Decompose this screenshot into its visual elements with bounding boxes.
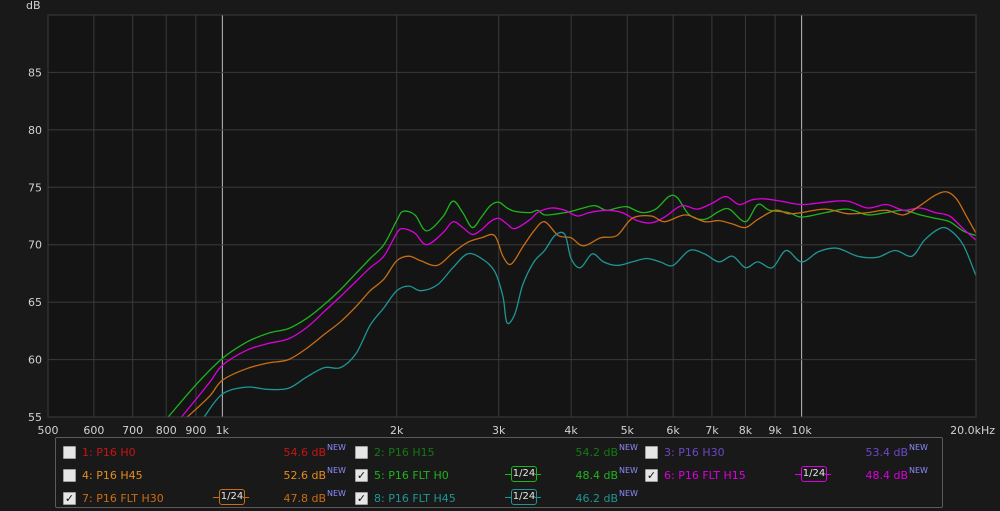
smoothing-badge[interactable]: 1/24 xyxy=(505,466,541,482)
legend-checkbox[interactable]: ✓ xyxy=(645,469,658,482)
legend-checkbox[interactable] xyxy=(63,469,76,482)
legend-entry: 3: P16 H30 53.4 dB NEW xyxy=(645,443,930,463)
legend-label: 8: P16 FLT H45 xyxy=(374,492,456,505)
legend-label: 4: P16 H45 xyxy=(82,469,143,482)
legend-label: 6: P16 FLT H15 xyxy=(664,469,746,482)
smoothing-line xyxy=(535,497,541,498)
x-tick-label: 10k xyxy=(791,424,812,437)
smoothing-line xyxy=(243,497,249,498)
new-badge: NEW xyxy=(327,466,346,475)
new-badge: NEW xyxy=(327,443,346,452)
plot-area xyxy=(48,15,976,417)
smoothing-badge[interactable]: 1/24 xyxy=(505,489,541,505)
legend-label: 5: P16 FLT H0 xyxy=(374,469,449,482)
x-tick-label: 7k xyxy=(705,424,719,437)
x-tick-label: 2k xyxy=(390,424,404,437)
x-tick-label: 5k xyxy=(621,424,635,437)
legend-checkbox[interactable]: ✓ xyxy=(355,469,368,482)
legend-label: 2: P16 H15 xyxy=(374,446,435,459)
new-badge: NEW xyxy=(619,443,638,452)
legend-level: 54.6 dB xyxy=(283,446,326,459)
x-tick-label: 6k xyxy=(666,424,680,437)
x-tick-labels: 500 600 700 800 900 1k 2k 3k 4k 5k 6k 7k 8k 9k 10k 20.0… xyxy=(38,424,996,437)
smoothing-label: 1/24 xyxy=(801,466,827,482)
x-tick-label: 500 xyxy=(38,424,59,437)
legend-entry: 4: P16 H45 52.6 dB NEW xyxy=(63,466,348,486)
legend-entry: 2: P16 H15 54.2 dB NEW xyxy=(355,443,640,463)
legend-level: 54.2 dB xyxy=(575,446,618,459)
smoothing-label: 1/24 xyxy=(219,489,245,505)
y-tick-label: 65 xyxy=(28,296,42,309)
y-tick-label: 60 xyxy=(28,354,42,367)
legend-checkbox[interactable] xyxy=(63,446,76,459)
legend-entry: ✓ 6: P16 FLT H15 1/24 48.4 dB NEW xyxy=(645,466,930,486)
legend-panel: 1: P16 H0 54.6 dB NEW 2: P16 H15 54.2 dB NEW 3… xyxy=(55,437,943,508)
legend-checkbox[interactable] xyxy=(355,446,368,459)
x-tick-label: 8k xyxy=(739,424,753,437)
legend-label: 1: P16 H0 xyxy=(82,446,136,459)
legend-level: 52.6 dB xyxy=(283,469,326,482)
y-tick-label: 80 xyxy=(28,124,42,137)
legend-entry: ✓ 7: P16 FLT H30 1/24 47.8 dB NEW xyxy=(63,489,348,509)
legend-checkbox[interactable]: ✓ xyxy=(63,492,76,505)
legend-checkbox[interactable]: ✓ xyxy=(355,492,368,505)
y-tick-label: 85 xyxy=(28,66,42,79)
x-tick-label: 900 xyxy=(185,424,206,437)
new-badge: NEW xyxy=(327,489,346,498)
new-badge: NEW xyxy=(909,443,928,452)
x-tick-label: 600 xyxy=(83,424,104,437)
legend-level: 48.4 dB xyxy=(575,469,618,482)
x-tick-label: 3k xyxy=(492,424,506,437)
smoothing-line xyxy=(825,474,831,475)
legend-level: 53.4 dB xyxy=(865,446,908,459)
x-tick-label: 1k xyxy=(216,424,230,437)
legend-entry: ✓ 8: P16 FLT H45 1/24 46.2 dB NEW xyxy=(355,489,640,509)
frequency-response-chart: dB 500 600 700 800 900 1k 2k 3k 4k 5k 6k 7k 8k 9k 10k 2… xyxy=(26,0,996,437)
x-tick-label: 800 xyxy=(156,424,177,437)
legend-entry: 1: P16 H0 54.6 dB NEW xyxy=(63,443,348,463)
smoothing-label: 1/24 xyxy=(511,466,537,482)
y-tick-label: 55 xyxy=(28,411,42,424)
x-tick-label: 9k xyxy=(768,424,782,437)
x-tick-label: 20.0kHz xyxy=(950,424,995,437)
legend-level: 47.8 dB xyxy=(283,492,326,505)
x-tick-label: 700 xyxy=(122,424,143,437)
y-tick-labels: 55 60 65 70 75 80 85 xyxy=(28,66,42,424)
new-badge: NEW xyxy=(909,466,928,475)
smoothing-label: 1/24 xyxy=(511,489,537,505)
y-axis-label: dB xyxy=(26,0,41,12)
x-tick-label: 4k xyxy=(564,424,578,437)
legend-label: 3: P16 H30 xyxy=(664,446,725,459)
new-badge: NEW xyxy=(619,466,638,475)
legend-entry: ✓ 5: P16 FLT H0 1/24 48.4 dB NEW xyxy=(355,466,640,486)
legend-checkbox[interactable] xyxy=(645,446,658,459)
legend-level: 48.4 dB xyxy=(865,469,908,482)
smoothing-line xyxy=(535,474,541,475)
legend-label: 7: P16 FLT H30 xyxy=(82,492,164,505)
smoothing-badge[interactable]: 1/24 xyxy=(795,466,831,482)
new-badge: NEW xyxy=(619,489,638,498)
smoothing-badge[interactable]: 1/24 xyxy=(213,489,249,505)
y-tick-label: 70 xyxy=(28,239,42,252)
y-tick-label: 75 xyxy=(28,181,42,194)
legend-level: 46.2 dB xyxy=(575,492,618,505)
